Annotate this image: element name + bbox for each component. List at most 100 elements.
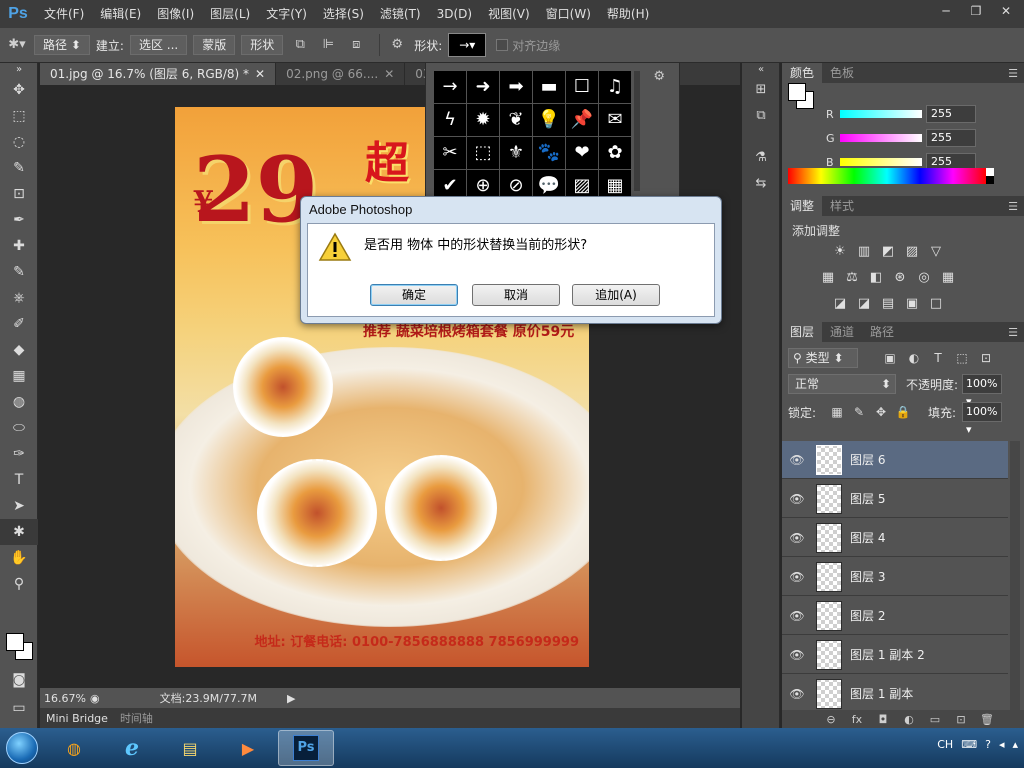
shape-banner[interactable]: ▬ (533, 71, 565, 103)
collapse-icon[interactable]: » (0, 63, 38, 77)
panel-menu-icon[interactable]: ☰ (1008, 200, 1024, 213)
lasso-tool-icon[interactable]: ◌ (0, 129, 38, 155)
tab-styles[interactable]: 样式 (822, 196, 862, 216)
exposure-icon[interactable]: ▨ (900, 242, 924, 262)
shape-grass[interactable]: ❦ (500, 104, 532, 136)
crop-tool-icon[interactable]: ⊡ (0, 181, 38, 207)
selective-color-icon[interactable]: □ (924, 294, 948, 314)
blur-tool-icon[interactable]: ◍ (0, 389, 38, 415)
fill-input[interactable]: 100% ▾ (962, 402, 1002, 436)
shape-stamp[interactable]: ⬚ (467, 137, 499, 169)
status-menu-arrow-icon[interactable]: ▶ (287, 692, 295, 705)
history-panel-icon[interactable]: ⊞ (742, 77, 780, 103)
menu-select[interactable]: 选择(S) (315, 0, 372, 28)
character-panel-icon[interactable]: ⇆ (742, 171, 780, 197)
menu-3d[interactable]: 3D(D) (429, 0, 480, 28)
start-button[interactable] (0, 728, 44, 768)
make-selection-button[interactable]: 选区 ... (129, 35, 188, 55)
zoom-tool-icon[interactable]: ⚲ (0, 571, 38, 597)
keyboard-icon[interactable]: ⌨ (961, 738, 977, 751)
black-white-swatch[interactable] (986, 168, 994, 184)
taskbar-app-ie[interactable]: e (104, 730, 160, 766)
shape-scissors[interactable]: ✂ (434, 137, 466, 169)
layer-row[interactable]: 👁 图层 1 副本 2 (782, 636, 1008, 674)
menu-type[interactable]: 文字(Y) (258, 0, 315, 28)
add-mask-icon[interactable]: ◘ (870, 713, 896, 726)
healing-brush-tool-icon[interactable]: ✚ (0, 233, 38, 259)
smart-object-filter-icon[interactable]: ⊡ (974, 348, 998, 368)
shape-puzzle[interactable]: ✿ (599, 137, 631, 169)
hand-tool-icon[interactable]: ✋ (0, 545, 38, 571)
layer-name[interactable]: 图层 5 (850, 490, 885, 507)
photo-filter-icon[interactable]: ⊛ (888, 268, 912, 288)
shape-frame[interactable]: ☐ (566, 71, 598, 103)
taskbar-app-player[interactable]: ▶ (220, 730, 276, 766)
layer-name[interactable]: 图层 2 (850, 607, 885, 624)
menu-window[interactable]: 窗口(W) (538, 0, 599, 28)
shape-music-note[interactable]: ♫ (599, 71, 631, 103)
new-group-icon[interactable]: ▭ (922, 713, 948, 726)
collapse-icon[interactable]: « (742, 63, 780, 77)
link-layers-icon[interactable]: ⊖ (818, 713, 844, 726)
shape-lightning[interactable]: ϟ (434, 104, 466, 136)
layer-row[interactable]: 👁 图层 4 (782, 519, 1008, 557)
layer-row[interactable]: 👁 图层 2 (782, 597, 1008, 635)
layer-filter-select[interactable]: ⚲ 类型 ⬍ (788, 348, 858, 368)
restore-button[interactable]: ❐ (962, 2, 990, 20)
status-info-icon[interactable]: ◉ (90, 692, 100, 705)
taskbar-app-explorer[interactable]: ▤ (162, 730, 218, 766)
color-swatches[interactable] (6, 633, 34, 661)
menu-help[interactable]: 帮助(H) (599, 0, 657, 28)
path-select-tool-icon[interactable]: ➤ (0, 493, 38, 519)
dodge-tool-icon[interactable]: ⬭ (0, 415, 38, 441)
doc-tab-02[interactable]: 02.png @ 66.... ✕ (276, 63, 406, 85)
layer-name[interactable]: 图层 3 (850, 568, 885, 585)
cancel-button[interactable]: 取消 (472, 284, 560, 306)
levels-icon[interactable]: ▥ (852, 242, 876, 262)
lock-transparency-icon[interactable]: ▦ (826, 402, 848, 422)
color-panel-swatches[interactable] (788, 83, 816, 111)
append-button[interactable]: 追加(A) (572, 284, 660, 306)
shape-paw[interactable]: 🐾 (533, 137, 565, 169)
type-tool-icon[interactable]: T (0, 467, 38, 493)
tab-color[interactable]: 颜色 (782, 63, 823, 83)
foreground-color-swatch[interactable] (788, 83, 806, 101)
new-adjustment-icon[interactable]: ◐ (896, 713, 922, 726)
green-slider[interactable] (840, 134, 922, 142)
taskbar-app-media[interactable]: ◍ (46, 730, 102, 766)
clone-stamp-tool-icon[interactable]: ⎈ (0, 285, 38, 311)
posterize-icon[interactable]: ◪ (852, 294, 876, 314)
doc-tab-01[interactable]: 01.jpg @ 16.7% (图层 6, RGB/8) * ✕ (40, 63, 277, 85)
layer-name[interactable]: 图层 4 (850, 529, 885, 546)
arrow-left-icon[interactable]: ◂ (999, 738, 1005, 751)
channel-mixer-icon[interactable]: ◎ (912, 268, 936, 288)
align-edges-checkbox[interactable] (496, 39, 509, 51)
green-value-input[interactable]: 255 (926, 129, 976, 147)
input-method-indicator[interactable]: CH (937, 738, 953, 751)
shape-lightbulb[interactable]: 💡 (533, 104, 565, 136)
eyedropper-tool-icon[interactable]: ✒ (0, 207, 38, 233)
lock-position-icon[interactable]: ✥ (870, 402, 892, 422)
properties-panel-icon[interactable]: ⧉ (742, 103, 780, 129)
minimize-button[interactable]: ─ (932, 2, 960, 20)
make-mask-button[interactable]: 蒙版 (193, 35, 236, 55)
black-white-icon[interactable]: ◧ (864, 268, 888, 288)
menu-view[interactable]: 视图(V) (480, 0, 538, 28)
eye-icon[interactable]: 👁 (782, 453, 812, 467)
blend-mode-select[interactable]: 正常 ⬍ (788, 374, 896, 394)
layer-name[interactable]: 图层 6 (850, 451, 885, 468)
layer-style-icon[interactable]: fx (844, 713, 870, 726)
ok-button[interactable]: 确定 (370, 284, 458, 306)
shape-burst[interactable]: ✹ (467, 104, 499, 136)
invert-icon[interactable]: ◪ (828, 294, 852, 314)
layer-row[interactable]: 👁 图层 6 (782, 441, 1008, 479)
zoom-level[interactable]: 16.67% (40, 692, 90, 705)
menu-edit[interactable]: 编辑(E) (92, 0, 149, 28)
eye-icon[interactable]: 👁 (782, 531, 812, 545)
adjustment-filter-icon[interactable]: ◐ (902, 348, 926, 368)
tab-paths[interactable]: 路径 (862, 322, 902, 342)
red-value-input[interactable]: 255 (926, 105, 976, 123)
gear-icon[interactable]: ⚙ (653, 69, 665, 84)
color-balance-icon[interactable]: ⚖ (840, 268, 864, 288)
tab-channels[interactable]: 通道 (822, 322, 862, 342)
